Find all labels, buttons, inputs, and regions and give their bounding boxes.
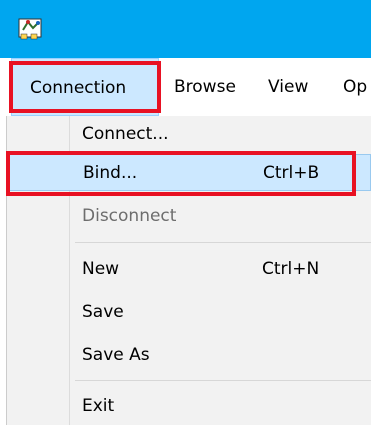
menu-item-save-as[interactable]: Save As — [7, 337, 371, 374]
network-book-icon[interactable] — [17, 16, 45, 42]
menu-item-label: Disconnect — [82, 206, 177, 226]
menu-item-label: Bind... — [83, 163, 138, 183]
menu-separator — [75, 380, 371, 381]
menu-item-connect[interactable]: Connect... — [7, 116, 371, 153]
menu-bar: Connection Browse View Op — [0, 58, 371, 116]
menu-item-disconnect: Disconnect — [7, 198, 371, 235]
menu-item-label: Connect... — [82, 124, 169, 144]
menu-item-label: New — [82, 259, 120, 279]
title-bar — [0, 0, 371, 58]
menu-options[interactable]: Op — [343, 58, 367, 116]
menu-separator — [75, 242, 371, 243]
menu-item-save[interactable]: Save — [7, 294, 371, 331]
menu-item-new[interactable]: New Ctrl+N — [7, 251, 371, 288]
connection-dropdown-menu: Connect... Bind... Ctrl+B Disconnect New… — [6, 116, 371, 425]
menu-view[interactable]: View — [268, 58, 308, 116]
menu-item-label: Save As — [82, 345, 150, 365]
menu-item-label: Save — [82, 302, 124, 322]
menu-browse[interactable]: Browse — [174, 58, 236, 116]
menu-item-bind[interactable]: Bind... Ctrl+B — [7, 154, 371, 191]
menu-item-exit[interactable]: Exit — [7, 388, 371, 425]
menu-item-shortcut: Ctrl+N — [262, 259, 320, 279]
menu-connection[interactable]: Connection — [11, 58, 159, 116]
menu-item-label: Exit — [82, 396, 115, 416]
menu-item-shortcut: Ctrl+B — [263, 163, 320, 183]
